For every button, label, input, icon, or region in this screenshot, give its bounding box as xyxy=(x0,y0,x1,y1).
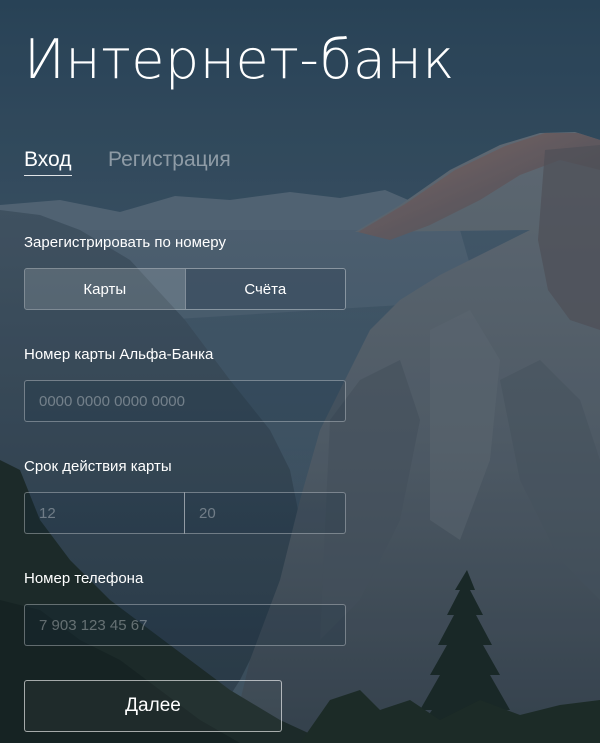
phone-label: Номер телефона xyxy=(24,570,144,587)
next-button[interactable]: Далее xyxy=(24,680,282,732)
card-number-label: Номер карты Альфа-Банка xyxy=(24,346,214,363)
expiry-year-input[interactable] xyxy=(184,492,346,534)
phone-input[interactable] xyxy=(24,604,346,646)
expiry-label: Срок действия карты xyxy=(24,458,172,475)
register-by-card-option[interactable]: Карты xyxy=(25,269,185,309)
login-panel: Интернет-банк Вход Регистрация Зарегистр… xyxy=(0,0,600,743)
page-title: Интернет-банк xyxy=(24,28,455,91)
expiry-fields xyxy=(24,492,346,534)
register-by-label: Зарегистрировать по номеру xyxy=(24,234,226,251)
tab-login[interactable]: Вход xyxy=(24,145,72,176)
card-number-input[interactable] xyxy=(24,380,346,422)
register-by-account-option[interactable]: Счёта xyxy=(184,269,345,309)
register-by-toggle: Карты Счёта xyxy=(24,268,346,310)
expiry-month-input[interactable] xyxy=(24,492,185,534)
tab-register[interactable]: Регистрация xyxy=(108,145,231,175)
